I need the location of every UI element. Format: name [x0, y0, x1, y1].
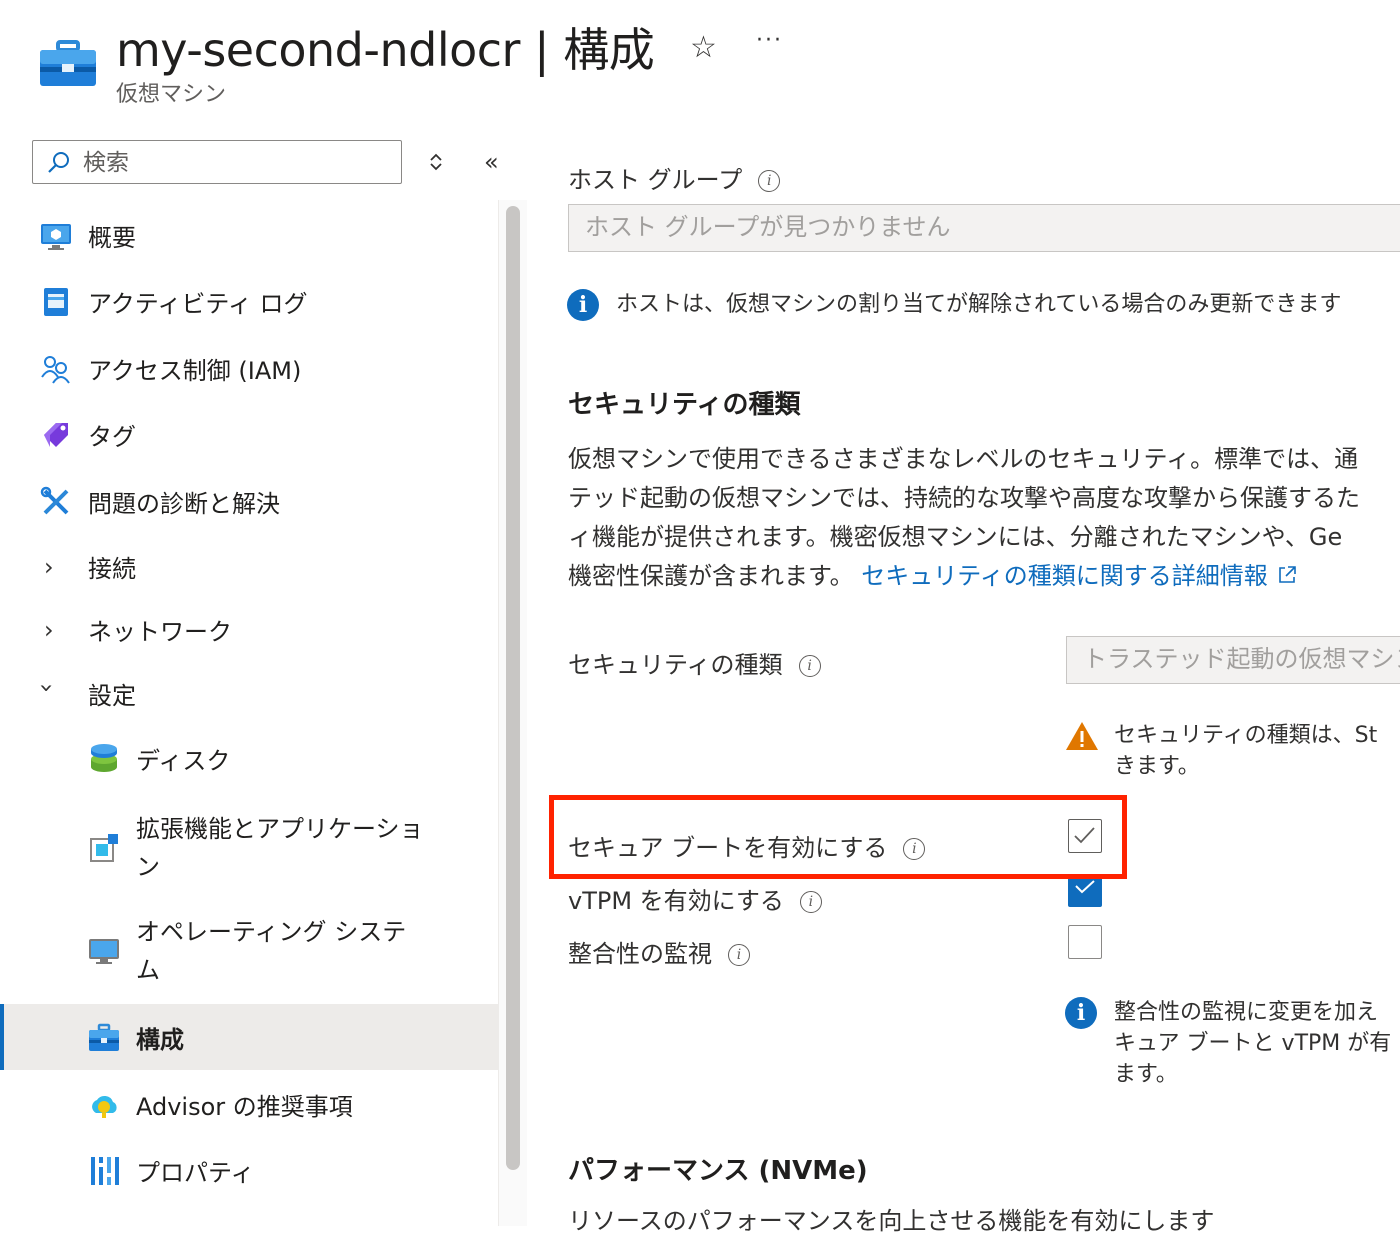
wrench-icon	[40, 486, 69, 515]
sidebar-item-activity-log[interactable]: アクティビティ ログ	[0, 270, 498, 330]
performance-description: リソースのパフォーマンスを向上させる機能を有効にします	[568, 1207, 1215, 1235]
secure-boot-label-text: セキュア ブートを有効にする	[568, 834, 888, 862]
sidebar-item-disks[interactable]: ディスク	[0, 727, 498, 787]
sidebar-item-iam[interactable]: アクセス制御 (IAM)	[0, 337, 498, 397]
sidebar-item-settings[interactable]: › 設定	[0, 662, 498, 722]
warning-line: きます。	[1114, 754, 1200, 779]
integrity-label-text: 整合性の監視	[568, 940, 712, 968]
info-icon[interactable]: i	[903, 838, 926, 860]
secure-boot-checkbox[interactable]	[1068, 819, 1102, 853]
info-icon[interactable]: i	[798, 655, 821, 677]
monitor-icon	[89, 939, 119, 964]
security-type-select: トラステッド起動の仮想マシン	[1066, 636, 1400, 684]
overview-monitor-icon	[41, 224, 71, 250]
search-box[interactable]	[32, 140, 402, 184]
tag-icon	[44, 423, 68, 447]
sidebar-item-overview[interactable]: 概要	[0, 204, 498, 264]
integrity-info-message: 整合性の監視に変更を加え キュア ブートと vTPM が有 ます。	[1114, 997, 1391, 1090]
desc-line: 仮想マシンで使用できるさまざまなレベルのセキュリティ。標準では、通	[568, 445, 1359, 473]
sidebar-item-label: プロパティ	[136, 1159, 255, 1187]
security-type-heading: セキュリティの種類	[568, 390, 801, 420]
warning-line: セキュリティの種類は、St	[1114, 723, 1378, 748]
info-line: 整合性の監視に変更を加え	[1114, 1000, 1379, 1025]
sidebar-item-label: タグ	[88, 423, 136, 451]
selected-indicator	[0, 1004, 4, 1070]
page-title: my-second-ndlocr | 構成	[116, 23, 655, 77]
sidebar-item-label: 設定	[88, 682, 136, 710]
sidebar-item-label: 拡張機能とアプリケーション	[136, 815, 424, 881]
configuration-briefcase-icon	[40, 40, 96, 86]
sidebar-item-extensions[interactable]: 拡張機能とアプリケーション	[0, 802, 498, 894]
sidebar-item-diagnose[interactable]: 問題の診断と解決	[0, 470, 498, 530]
desc-line: ィ機能が提供されます。機密仮想マシンには、分離されたマシンや、Ge	[568, 523, 1343, 551]
vtpm-label: vTPM を有効にする i	[568, 881, 822, 916]
host-group-label-text: ホスト グループ	[568, 166, 743, 194]
chevron-right-icon: ›	[44, 553, 54, 581]
chevron-down-icon: ›	[32, 683, 61, 693]
info-line: ます。	[1114, 1062, 1178, 1087]
host-group-select: ホスト グループが見つかりません	[568, 204, 1400, 252]
sidebar-item-label: ネットワーク	[88, 618, 232, 646]
sidebar-scrollbar-thumb[interactable]	[506, 206, 520, 1170]
star-icon[interactable]: ☆	[690, 30, 717, 65]
warning-icon	[1066, 722, 1098, 750]
sidebar-item-label: 概要	[88, 224, 136, 252]
secure-boot-label: セキュア ブートを有効にする i	[568, 828, 926, 863]
disk-icon	[91, 744, 117, 772]
vtpm-checkbox[interactable]	[1068, 879, 1102, 907]
sidebar-item-label: アクセス制御 (IAM)	[88, 357, 302, 385]
desc-line: テッド起動の仮想マシンでは、持続的な攻撃や高度な攻撃から保護するた	[568, 484, 1360, 512]
sidebar-item-label: 構成	[136, 1026, 184, 1054]
vtpm-label-text: vTPM を有効にする	[568, 887, 784, 915]
sidebar-item-tags[interactable]: タグ	[0, 403, 498, 463]
search-input[interactable]	[81, 145, 395, 181]
info-line: キュア ブートと vTPM が有	[1114, 1031, 1392, 1056]
checkmark-icon	[1075, 880, 1095, 894]
resource-type-subtitle: 仮想マシン	[116, 82, 227, 107]
sidebar-item-label: ディスク	[136, 747, 231, 775]
info-icon[interactable]: i	[758, 170, 781, 192]
chevron-right-icon: ›	[44, 616, 54, 644]
sidebar-item-network[interactable]: › ネットワーク	[0, 598, 498, 658]
integrity-checkbox[interactable]	[1068, 925, 1102, 959]
sidebar-item-label: Advisor の推奨事項	[136, 1093, 353, 1121]
properties-bars-icon	[91, 1157, 119, 1185]
sidebar-item-os[interactable]: オペレーティング システム	[0, 905, 498, 997]
sidebar-item-connect[interactable]: › 接続	[0, 535, 498, 595]
sidebar-item-label: 問題の診断と解決	[88, 490, 280, 518]
activity-log-icon	[44, 288, 68, 316]
sidebar-item-label: 接続	[88, 555, 136, 583]
info-icon[interactable]: i	[799, 891, 822, 913]
configuration-icon	[89, 1023, 119, 1051]
host-info-message: ホストは、仮想マシンの割り当てが解除されている場合のみ更新できます	[616, 292, 1342, 317]
security-type-label-text: セキュリティの種類	[568, 651, 783, 679]
sidebar-item-properties[interactable]: プロパティ	[0, 1139, 498, 1199]
integrity-label: 整合性の監視 i	[568, 934, 750, 969]
sort-updown-icon[interactable]	[424, 150, 448, 174]
sidebar-item-label: オペレーティング システム	[136, 918, 407, 984]
extensions-icon	[90, 834, 118, 862]
security-type-field-label: セキュリティの種類 i	[568, 645, 821, 680]
info-icon[interactable]: i	[728, 944, 750, 966]
people-icon	[41, 356, 70, 384]
performance-heading: パフォーマンス (NVMe)	[568, 1156, 868, 1186]
security-learn-more-link[interactable]: セキュリティの種類に関する詳細情報	[861, 562, 1268, 590]
security-description: 仮想マシンで使用できるさまざまなレベルのセキュリティ。標準では、通 テッド起動の…	[568, 440, 1400, 596]
external-link-icon[interactable]	[1276, 564, 1298, 586]
checkmark-icon	[1074, 827, 1095, 844]
sidebar-item-configuration[interactable]: 構成	[0, 1004, 498, 1070]
host-group-label: ホスト グループ i	[568, 160, 781, 195]
security-type-warning: セキュリティの種類は、St きます。	[1114, 720, 1377, 782]
info-filled-icon: i	[567, 289, 599, 321]
sidebar-item-advisor[interactable]: Advisor の推奨事項	[0, 1073, 498, 1133]
desc-line: 機密性保護が含まれます。	[568, 562, 854, 590]
sidebar-item-label: アクティビティ ログ	[88, 290, 308, 318]
collapse-sidebar-icon[interactable]: «	[484, 148, 499, 176]
info-filled-icon: i	[1065, 997, 1097, 1029]
more-options-button[interactable]: ···	[756, 28, 783, 53]
search-icon	[48, 152, 69, 173]
advisor-cloud-icon	[92, 1095, 117, 1118]
